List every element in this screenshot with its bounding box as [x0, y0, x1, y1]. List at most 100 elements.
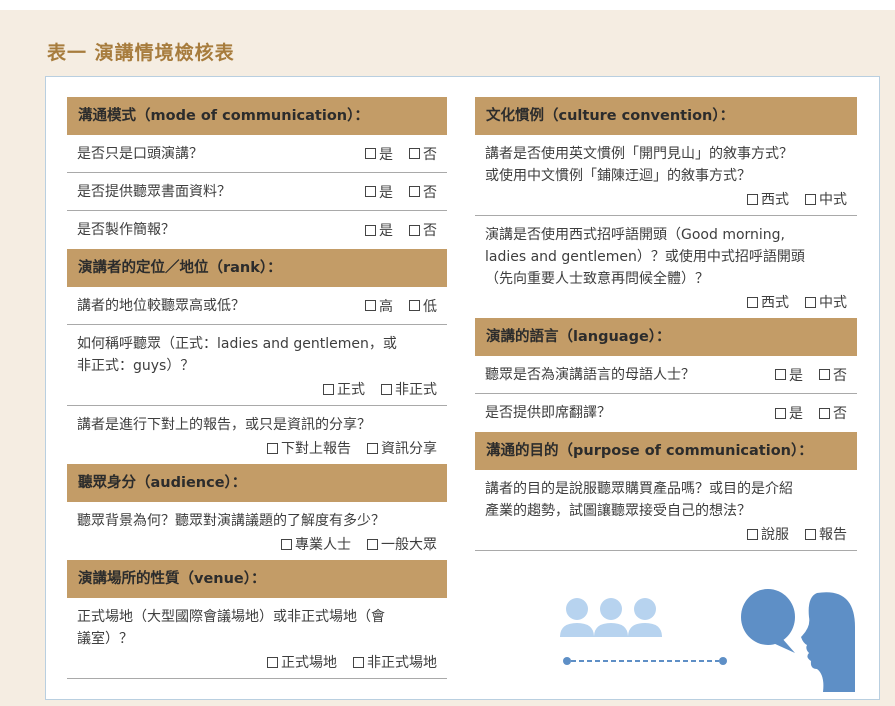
question-text-line: （先向重要人士致意再問候全體）？ [485, 271, 709, 287]
option-professional[interactable]: 專業人士 [281, 534, 351, 554]
question-text-line: 正式場地（大型國際會議場地）或非正式場地（會 [77, 609, 385, 625]
option-western[interactable]: 西式 [747, 292, 789, 312]
option-no[interactable]: 否 [819, 365, 847, 385]
option-public[interactable]: 一般大眾 [367, 534, 437, 554]
option-share[interactable]: 資訊分享 [367, 438, 437, 458]
question-row: 是否只是口頭演講？ 是 否 [67, 135, 447, 173]
question-text-line: 產業的趨勢，試圖讓聽眾接受自己的想法？ [485, 503, 751, 519]
option-label: 正式場地 [281, 655, 337, 671]
option-no[interactable]: 否 [819, 403, 847, 423]
options: 西式 中式 [485, 292, 847, 312]
option-label: 否 [833, 367, 847, 384]
checkbox[interactable] [805, 193, 816, 205]
question-text-line: 或使用中文慣例「鋪陳迂迴」的敘事方式？ [485, 168, 751, 184]
option-label: 中式 [819, 192, 847, 208]
option-label: 中式 [819, 295, 847, 311]
checkbox[interactable] [775, 407, 786, 419]
option-label: 高 [379, 298, 393, 315]
option-label: 是 [379, 184, 393, 201]
checkbox[interactable] [409, 148, 420, 159]
question-row: 聽眾背景為何？聽眾對演講議題的了解度有多少？ 專業人士 一般大眾 [67, 502, 447, 560]
question-text-line: 聽眾背景為何？聽眾對演講議題的了解度有多少？ [77, 513, 385, 529]
checkbox[interactable] [747, 528, 758, 540]
checkbox[interactable] [353, 656, 364, 668]
checkbox[interactable] [365, 224, 376, 236]
question-text: 是否只是口頭演講？ [77, 145, 203, 162]
top-strip [0, 0, 895, 10]
checkbox[interactable] [775, 369, 786, 380]
checkbox[interactable] [267, 656, 278, 668]
left-column: 溝通模式（mode of communication）： 是否只是口頭演講？ 是… [67, 97, 447, 679]
question-text-line: 非正式：guys）？ [77, 358, 195, 374]
option-label: 下對上報告 [281, 441, 351, 457]
option-western[interactable]: 西式 [747, 189, 789, 209]
question-row: 正式場地（大型國際會議場地）或非正式場地（會 議室）？ 正式場地 非正式場地 [67, 598, 447, 679]
checkbox[interactable] [323, 383, 334, 395]
option-yes[interactable]: 是 [365, 220, 393, 240]
checkbox[interactable] [367, 442, 378, 454]
option-informal[interactable]: 非正式 [381, 379, 437, 399]
question-row: 講者的目的是說服聽眾購買產品嗎？或目的是介紹 產業的趨勢，試圖讓聽眾接受自己的想… [475, 470, 857, 551]
option-label: 低 [423, 298, 437, 315]
section-header-rank: 演講者的定位／地位（rank）： [67, 249, 447, 287]
checkbox[interactable] [367, 538, 378, 550]
option-report[interactable]: 報告 [805, 524, 847, 544]
checkbox[interactable] [747, 296, 758, 308]
question-text-line: 講者是否使用英文慣例「開門見山」的敘事方式？ [485, 146, 793, 162]
question-text-line: 講者是進行下對上的報告，或只是資訊的分享？ [77, 417, 371, 433]
checkbox[interactable] [805, 528, 816, 540]
option-formal-venue[interactable]: 正式場地 [267, 652, 337, 672]
option-no[interactable]: 否 [409, 144, 437, 164]
option-no[interactable]: 否 [409, 220, 437, 240]
option-label: 非正式場地 [367, 655, 437, 671]
question-row: 講者是進行下對上的報告，或只是資訊的分享？ 下對上報告 資訊分享 [67, 406, 447, 464]
question-text-line: 如何稱呼聽眾（正式：ladies and gentlemen，或 [77, 336, 397, 352]
checkbox[interactable] [409, 224, 420, 236]
option-no[interactable]: 否 [409, 182, 437, 202]
audience-icon [560, 598, 727, 665]
option-chinese[interactable]: 中式 [805, 189, 847, 209]
checkbox[interactable] [365, 186, 376, 197]
option-informal-venue[interactable]: 非正式場地 [353, 652, 437, 672]
checkbox[interactable] [381, 383, 392, 395]
option-label: 西式 [761, 295, 789, 311]
section-header-culture: 文化慣例（culture convention）： [475, 97, 857, 135]
question-text: 是否製作簡報？ [77, 222, 175, 238]
question-text-line: ladies and gentlemen）？或使用中式招呼語開頭 [485, 249, 805, 265]
option-yes[interactable]: 是 [775, 365, 803, 385]
section-header-audience: 聽眾身分（audience）： [67, 464, 447, 502]
option-yes[interactable]: 是 [775, 403, 803, 423]
option-report[interactable]: 下對上報告 [267, 438, 351, 458]
checkbox[interactable] [409, 300, 420, 311]
option-formal[interactable]: 正式 [323, 379, 365, 399]
option-label: 是 [379, 223, 393, 239]
option-label: 非正式 [395, 382, 437, 398]
section-header-language: 演講的語言（language）： [475, 318, 857, 356]
checkbox[interactable] [819, 369, 830, 380]
checkbox[interactable] [805, 296, 816, 308]
option-yes[interactable]: 是 [365, 182, 393, 202]
question-text: 是否提供聽眾書面資料？ [77, 183, 231, 200]
option-label: 是 [789, 367, 803, 384]
option-yes[interactable]: 是 [365, 144, 393, 164]
speech-bubble-icon [741, 589, 795, 653]
options: 高 低 [365, 296, 437, 316]
checkbox[interactable] [747, 193, 758, 205]
checkbox[interactable] [365, 300, 376, 311]
option-high[interactable]: 高 [365, 296, 393, 316]
checkbox[interactable] [267, 442, 278, 454]
option-persuade[interactable]: 說服 [747, 524, 789, 544]
option-chinese[interactable]: 中式 [805, 292, 847, 312]
question-row: 演講是否使用西式招呼語開頭（Good morning, ladies and g… [475, 216, 857, 318]
options: 是 否 [775, 403, 847, 423]
option-low[interactable]: 低 [409, 296, 437, 316]
question-row: 是否提供聽眾書面資料？ 是 否 [67, 173, 447, 211]
speaker-illustration [560, 589, 855, 692]
checkbox[interactable] [365, 148, 376, 159]
checkbox[interactable] [409, 186, 420, 197]
checkbox[interactable] [281, 538, 292, 550]
checkbox[interactable] [819, 407, 830, 419]
options: 是 否 [365, 182, 437, 202]
option-label: 否 [423, 146, 437, 163]
option-label: 否 [833, 406, 847, 422]
